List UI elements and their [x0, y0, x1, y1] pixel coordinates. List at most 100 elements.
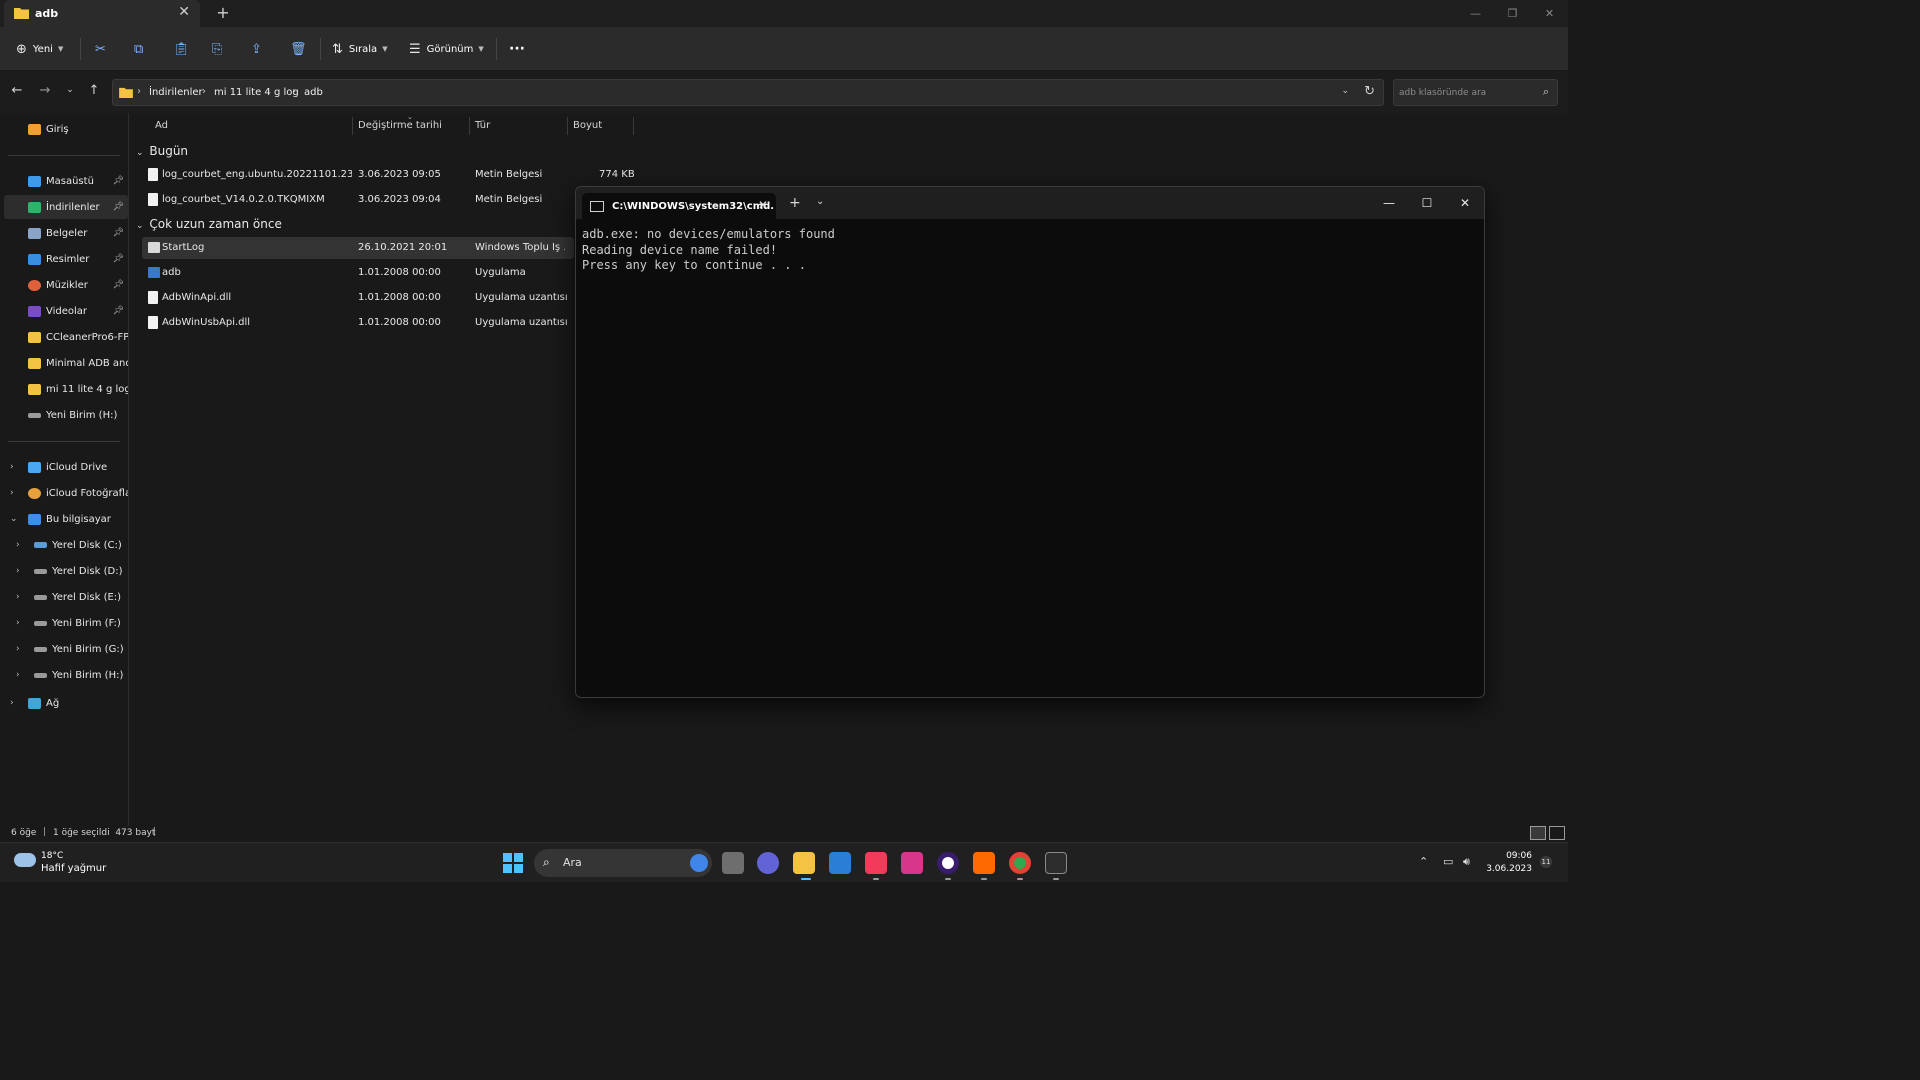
sidebar-item-desktop[interactable]: Masaüstü 📌︎ — [0, 169, 128, 193]
new-tab-button[interactable]: + — [214, 3, 232, 22]
group-header-today[interactable]: ⌄ Bugün — [136, 144, 188, 158]
sidebar-item-music[interactable]: Müzikler 📌︎ — [0, 273, 128, 297]
pin-icon[interactable]: 📌︎ — [113, 176, 124, 186]
pin-icon[interactable]: 📌︎ — [113, 228, 124, 238]
chevron-right-icon[interactable]: › — [16, 566, 20, 576]
sidebar-item-documents[interactable]: Belgeler 📌︎ — [0, 221, 128, 245]
column-header-size[interactable]: Boyut — [573, 119, 602, 139]
file-row-selected[interactable]: StartLog 26.10.2021 20:01 Windows Toplu … — [142, 237, 574, 259]
chevron-right-icon[interactable]: › — [16, 670, 20, 680]
share-icon[interactable]: ⇪ — [251, 38, 262, 60]
more-options-button[interactable]: ··· — [509, 38, 525, 60]
task-view-icon[interactable] — [722, 852, 744, 874]
network-icon[interactable]: ▭ — [1443, 855, 1453, 868]
chevron-right-icon[interactable]: › — [16, 540, 20, 550]
terminal-output[interactable]: adb.exe: no devices/emulators found Read… — [582, 227, 1472, 274]
sidebar-item-videos[interactable]: Videolar 📌︎ — [0, 299, 128, 323]
instagram-icon[interactable] — [901, 852, 923, 874]
sidebar-item-ccleaner[interactable]: CCleanerPro6-FP — [0, 325, 128, 349]
start-icon[interactable] — [503, 853, 523, 873]
notification-badge[interactable]: 11 — [1540, 856, 1552, 868]
rename-icon[interactable]: ⎘ — [212, 38, 222, 60]
column-divider[interactable] — [567, 117, 568, 135]
details-view-icon[interactable] — [1530, 826, 1546, 840]
explorer-tab-adb[interactable]: adb ✕ — [4, 0, 200, 27]
sidebar-item-drive-h[interactable]: › Yeni Birim (H:) — [0, 663, 128, 687]
chevron-right-icon[interactable]: › — [16, 618, 20, 628]
sidebar-item-pictures[interactable]: Resimler 📌︎ — [0, 247, 128, 271]
refresh-icon[interactable]: ↻ — [1364, 84, 1375, 99]
breadcrumb-mi-11-lite[interactable]: mi 11 lite 4 g log — [214, 87, 299, 98]
file-row[interactable]: AdbWinApi.dll 1.01.2008 00:00 Uygulama u… — [142, 287, 574, 309]
chevron-right-icon[interactable]: › — [10, 462, 14, 472]
sidebar-item-downloads[interactable]: İndirilenler 📌︎ — [4, 195, 128, 219]
chrome-icon[interactable] — [1009, 852, 1031, 874]
sidebar-item-network[interactable]: › Ağ — [0, 691, 128, 715]
sidebar-item-this-pc[interactable]: ⌄ Bu bilgisayar — [0, 507, 128, 531]
volume-icon[interactable]: 🔊︎ — [1463, 855, 1470, 869]
close-window-icon[interactable]: ✕ — [1446, 187, 1484, 219]
pin-icon[interactable]: 📌︎ — [113, 254, 124, 264]
group-header-long-ago[interactable]: ⌄ Çok uzun zaman önce — [136, 217, 282, 231]
microsoft-store-icon[interactable] — [829, 852, 851, 874]
file-row[interactable]: adb 1.01.2008 00:00 Uygulama — [142, 262, 574, 284]
cut-icon[interactable]: ✂ — [95, 38, 106, 60]
column-divider[interactable] — [469, 117, 470, 135]
sidebar-item-yeni-birim-h[interactable]: Yeni Birim (H:) — [0, 403, 128, 427]
view-button[interactable]: ☰ Görünüm ▼ — [409, 38, 484, 60]
minimize-icon[interactable]: — — [1457, 0, 1494, 27]
opera-icon[interactable] — [937, 852, 959, 874]
taskbar-search[interactable]: ⌕ Ara — [534, 849, 712, 877]
new-tab-button[interactable]: + — [789, 195, 801, 211]
sidebar-item-icloud-drive[interactable]: › iCloud Drive — [0, 455, 128, 479]
sidebar-item-drive-f[interactable]: › Yeni Birim (F:) — [0, 611, 128, 635]
sidebar-item-icloud-photos[interactable]: › iCloud Fotoğrafları — [0, 481, 128, 505]
paste-icon[interactable]: 📋︎ — [173, 38, 190, 60]
chevron-right-icon[interactable]: › — [10, 488, 14, 498]
search-icon[interactable]: ⌕ — [1543, 85, 1549, 99]
column-header-date[interactable]: Değiştirme tarihi — [358, 119, 442, 139]
file-row[interactable]: AdbWinUsbApi.dll 1.01.2008 00:00 Uygulam… — [142, 312, 574, 334]
column-divider[interactable] — [633, 117, 634, 135]
up-icon[interactable]: ↑ — [86, 83, 102, 98]
teams-chat-icon[interactable] — [757, 852, 779, 874]
file-row[interactable]: log_courbet_eng.ubuntu.20221101.233146 3… — [142, 164, 635, 186]
new-button[interactable]: ⊕ Yeni ▼ — [16, 38, 63, 60]
breadcrumb-indirilenler[interactable]: İndirilenler — [149, 87, 203, 98]
pin-icon[interactable]: 📌︎ — [113, 306, 124, 316]
sidebar-item-home[interactable]: Giriş — [0, 117, 128, 141]
column-header-type[interactable]: Tür — [475, 119, 490, 139]
close-tab-icon[interactable]: ✕ — [758, 198, 768, 212]
restore-icon[interactable]: ❐ — [1494, 0, 1531, 27]
column-divider[interactable] — [352, 117, 353, 135]
chevron-up-icon[interactable]: ⌃ — [1419, 855, 1428, 868]
chevron-down-icon[interactable]: ⌄ — [816, 196, 824, 207]
file-row[interactable]: log_courbet_V14.0.2.0.TKQMIXM 3.06.2023 … — [142, 189, 574, 211]
apple-music-icon[interactable] — [865, 852, 887, 874]
close-window-icon[interactable]: ✕ — [1531, 0, 1568, 27]
minimize-icon[interactable]: — — [1370, 187, 1408, 219]
chevron-right-icon[interactable]: › — [16, 644, 20, 654]
recent-dropdown-icon[interactable]: ⌄ — [62, 85, 78, 95]
back-icon[interactable]: ← — [9, 83, 25, 98]
sort-button[interactable]: ⇅ Sırala ▼ — [332, 38, 388, 60]
terminal-tab[interactable]: C:\WINDOWS\system32\cmd. ✕ — [582, 193, 776, 219]
terminal-icon[interactable] — [1045, 852, 1067, 874]
sidebar-item-mi-11-lite[interactable]: mi 11 lite 4 g log — [0, 377, 128, 401]
sidebar-item-minimal-adb[interactable]: Minimal ADB and F — [0, 351, 128, 375]
delete-icon[interactable]: 🗑︎ — [290, 38, 307, 60]
maximize-icon[interactable]: ☐ — [1408, 187, 1446, 219]
breadcrumb-adb[interactable]: adb — [304, 87, 323, 98]
pin-icon[interactable]: 📌︎ — [113, 280, 124, 290]
address-history-icon[interactable]: ⌄ — [1341, 86, 1349, 96]
sidebar-item-drive-c[interactable]: › Yerel Disk (C:) — [0, 533, 128, 557]
sidebar-item-drive-e[interactable]: › Yerel Disk (E:) — [0, 585, 128, 609]
clock[interactable]: 09:06 3.06.2023 — [1474, 850, 1532, 876]
close-tab-icon[interactable]: ✕ — [178, 4, 190, 20]
pin-icon[interactable]: 📌︎ — [113, 202, 124, 212]
column-header-name[interactable]: Ad — [155, 119, 168, 139]
xiaomi-icon[interactable] — [973, 852, 995, 874]
sidebar-item-drive-g[interactable]: › Yeni Birim (G:) — [0, 637, 128, 661]
forward-icon[interactable]: → — [37, 83, 53, 98]
address-bar[interactable]: › İndirilenler › mi 11 lite 4 g log › ad… — [112, 79, 1384, 106]
